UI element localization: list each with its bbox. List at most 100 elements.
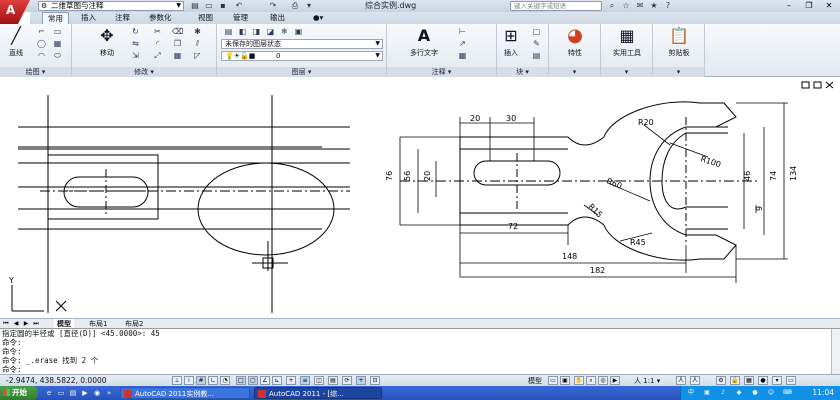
tab-output[interactable]: 输出 xyxy=(265,12,290,24)
tab-insert[interactable]: 插入 xyxy=(76,12,101,24)
mtext-button[interactable]: A 多行文字 xyxy=(401,26,447,58)
network-icon[interactable]: ▣ xyxy=(703,389,711,397)
tab-parametric[interactable]: 参数化 xyxy=(144,12,177,24)
restore-button[interactable]: ❐ xyxy=(800,0,818,12)
command-window[interactable]: 指定圆的半径或 [直径(D)] <45.0000>: 45 命令: 命令: 命令… xyxy=(0,328,840,375)
layer-lock-icon[interactable]: ▣ xyxy=(293,26,304,37)
clipboard-button[interactable]: 📋 剪贴板 xyxy=(657,26,701,58)
undo-icon[interactable]: ↶ xyxy=(234,1,244,11)
layers-panel-title[interactable]: 图层 ▾ xyxy=(217,67,386,77)
close-button[interactable]: ✕ xyxy=(820,0,838,12)
communication-center-icon[interactable]: ✉ xyxy=(634,0,646,12)
minimize-button[interactable]: – xyxy=(780,0,798,12)
search-input[interactable]: 键入关键字或短语 xyxy=(510,1,602,11)
rectangle-icon[interactable]: ▭ xyxy=(52,26,63,37)
viewport-close-icon[interactable] xyxy=(825,81,834,89)
trim-icon[interactable]: ✂ xyxy=(152,26,163,37)
layer-iso-icon[interactable]: ◧ xyxy=(237,26,248,37)
hardware-acceleration-icon[interactable]: ▦ xyxy=(744,376,754,385)
quicklaunch-media-icon[interactable]: ▶ xyxy=(80,388,90,398)
quicklaunch-menu-icon[interactable]: » xyxy=(104,388,114,398)
mirror-icon[interactable]: ⇋ xyxy=(130,38,141,49)
clipboard-panel-expand[interactable]: ▾ xyxy=(653,67,704,77)
table-icon[interactable]: ▦ xyxy=(457,50,468,61)
viewport-minimize-icon[interactable] xyxy=(801,81,810,89)
properties-panel-expand[interactable]: ▾ xyxy=(549,67,600,77)
offset-icon[interactable]: ⫽ xyxy=(192,38,203,49)
infer-constraints-toggle[interactable]: ⊥ xyxy=(172,376,182,385)
annotation-panel-title[interactable]: 注释 ▾ xyxy=(387,67,496,77)
selection-cycling-toggle[interactable]: ⟳ xyxy=(342,376,352,385)
explode-icon[interactable]: ✱ xyxy=(192,26,203,37)
redo-icon[interactable]: ↷ xyxy=(268,1,278,11)
save-icon[interactable]: ▪ xyxy=(218,1,228,11)
utilities-panel-expand[interactable]: ▾ xyxy=(601,67,652,77)
insert-block-button[interactable]: ⊞ 插入 xyxy=(499,26,523,58)
taskbar-item-autocad[interactable]: AutoCAD 2011 - [综... xyxy=(254,387,382,399)
update-icon[interactable]: ● xyxy=(751,389,759,397)
copy-icon[interactable]: ❐ xyxy=(172,38,183,49)
osnap-toggle[interactable]: □ xyxy=(236,376,246,385)
line-button[interactable]: ╱ 直线 xyxy=(2,26,30,58)
layer-state-dropdown[interactable]: 未保存的图层状态 ▼ xyxy=(221,39,383,49)
isolate-objects-icon[interactable]: ● xyxy=(758,376,768,385)
annotation-visibility-icon[interactable]: 人 xyxy=(676,376,686,385)
dimension-icon[interactable]: ⊢ xyxy=(457,26,468,37)
viewport-restore-icon[interactable] xyxy=(813,81,822,89)
steering-wheel-icon[interactable]: ◎ xyxy=(598,376,608,385)
start-button[interactable]: 开始 xyxy=(0,386,38,400)
draw-panel-title[interactable]: 绘图 ▾ xyxy=(0,67,71,77)
dyn-toggle[interactable]: + xyxy=(286,376,296,385)
transparency-toggle[interactable]: ◫ xyxy=(314,376,324,385)
modify-panel-title[interactable]: 修改 ▾ xyxy=(72,67,216,77)
language-bar-icon[interactable]: 中 xyxy=(687,389,695,397)
layer-properties-icon[interactable]: ▤ xyxy=(223,26,234,37)
taskbar-item-tutorial[interactable]: AutoCAD 2011实例教... xyxy=(120,387,250,399)
annotation-monitor-toggle[interactable]: + xyxy=(356,376,366,385)
favorites-icon[interactable]: ★ xyxy=(648,0,660,12)
workspace-switching-icon[interactable]: ⚙ xyxy=(716,376,726,385)
help-icon[interactable]: ? xyxy=(662,0,674,12)
next-tab-icon[interactable]: ▶ xyxy=(22,320,30,328)
move-button[interactable]: ✥ 移动 xyxy=(92,26,122,58)
quick-access-menu-icon[interactable]: ▾ xyxy=(304,1,314,11)
workspace-switcher[interactable]: ⚙ 二维草图与注释 ▼ xyxy=(38,1,184,11)
dynamic-input-toggle[interactable]: ⊡ xyxy=(370,376,380,385)
messenger-icon[interactable]: ☺ xyxy=(767,389,775,397)
layer-unisolate-icon[interactable]: ◨ xyxy=(251,26,262,37)
rotate-icon[interactable]: ↻ xyxy=(130,26,141,37)
search-icon[interactable]: ⌕ xyxy=(606,0,618,12)
application-menu-button[interactable]: A xyxy=(0,0,30,24)
lock-ui-icon[interactable]: 🔒 xyxy=(730,376,740,385)
tab-overflow-icon[interactable]: ●▾ xyxy=(308,12,328,24)
properties-button[interactable]: ◕ 特性 xyxy=(555,26,595,58)
otrack-toggle[interactable]: ∠ xyxy=(260,376,270,385)
tab-view[interactable]: 视图 xyxy=(193,12,218,24)
tab-manage[interactable]: 管理 xyxy=(228,12,253,24)
command-prompt[interactable]: 命令: xyxy=(2,365,22,374)
polar-toggle[interactable]: ◔ xyxy=(220,376,230,385)
status-bar-menu-icon[interactable]: ▾ xyxy=(772,376,782,385)
create-block-icon[interactable]: ▢ xyxy=(531,26,542,37)
drawing-canvas[interactable]: 20 30 76 56 20 72 148 182 134 74 46 9 R2… xyxy=(0,77,840,318)
security-icon[interactable]: ◆ xyxy=(735,389,743,397)
pan-icon[interactable]: ✋ xyxy=(574,376,584,385)
leader-icon[interactable]: ↗ xyxy=(457,38,468,49)
edit-block-icon[interactable]: ✎ xyxy=(531,38,542,49)
quick-properties-toggle[interactable]: ▤ xyxy=(328,376,338,385)
command-scrollbar[interactable] xyxy=(831,329,840,375)
scale-icon[interactable]: ⤢ xyxy=(152,50,163,61)
clean-screen-icon[interactable]: ▭ xyxy=(786,376,796,385)
fillet-icon[interactable]: ◜ xyxy=(152,38,163,49)
zoom-icon[interactable]: ⌕ xyxy=(586,376,596,385)
quicklaunch-ie-icon[interactable]: e xyxy=(44,388,54,398)
quicklaunch-folder-icon[interactable]: ▤ xyxy=(68,388,78,398)
new-file-icon[interactable]: ▤ xyxy=(190,1,200,11)
ducs-toggle[interactable]: ⊾ xyxy=(272,376,282,385)
circle-icon[interactable]: ◯ xyxy=(36,38,47,49)
ortho-toggle[interactable]: ∟ xyxy=(208,376,218,385)
last-tab-icon[interactable]: ⏭ xyxy=(32,320,40,328)
ellipse-icon[interactable]: ⬭ xyxy=(52,50,63,61)
block-panel-title[interactable]: 块 ▾ xyxy=(497,67,548,77)
arc-icon[interactable]: ◠ xyxy=(36,50,47,61)
